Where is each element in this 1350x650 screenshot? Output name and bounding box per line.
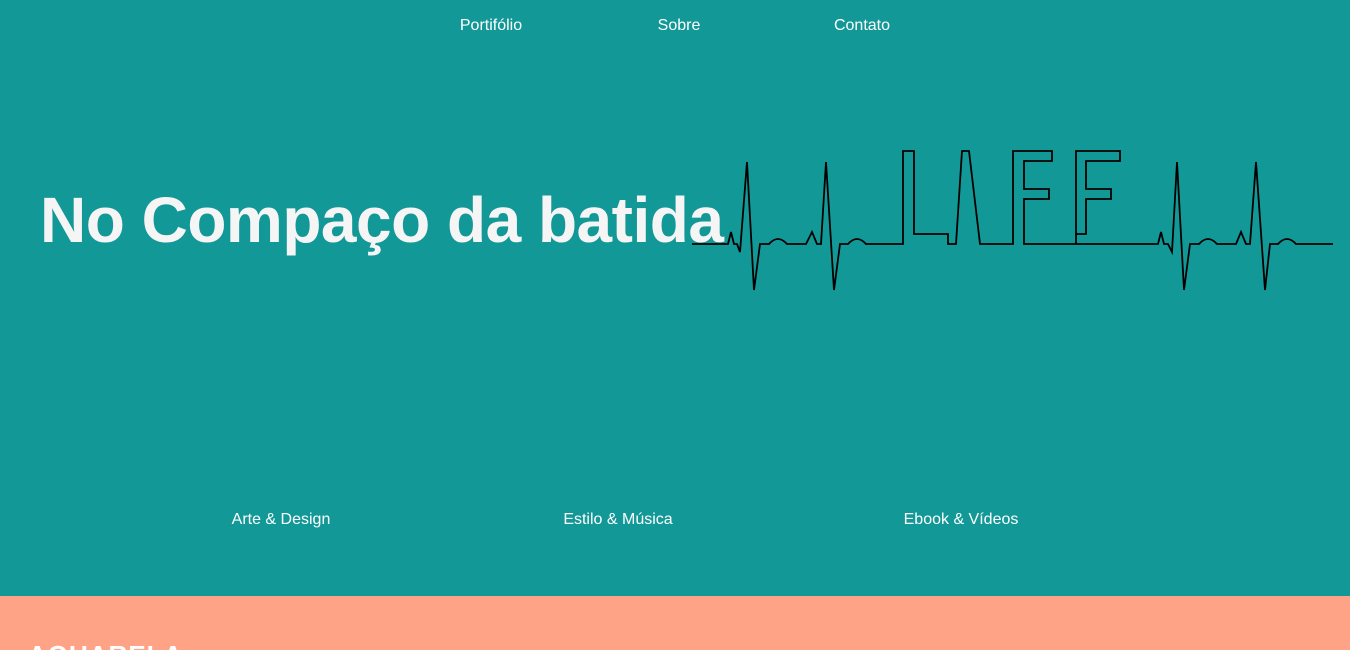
aquarela-section: AQUARELA <box>0 596 1350 650</box>
hero-headline: No Compaço da batida <box>40 184 724 256</box>
category-link-ebook[interactable]: Ebook & Vídeos <box>904 511 1019 529</box>
section-title: AQUARELA <box>28 640 183 650</box>
nav-link-about[interactable]: Sobre <box>658 17 701 35</box>
nav-link-contact[interactable]: Contato <box>834 17 890 35</box>
category-link-style[interactable]: Estilo & Música <box>563 511 672 529</box>
nav-link-portfolio[interactable]: Portifólio <box>460 17 522 35</box>
category-link-art[interactable]: Arte & Design <box>232 511 331 529</box>
heartbeat-life-icon <box>692 150 1333 291</box>
hero-section: Portifólio Sobre Contato No Compaço da b… <box>0 0 1350 596</box>
